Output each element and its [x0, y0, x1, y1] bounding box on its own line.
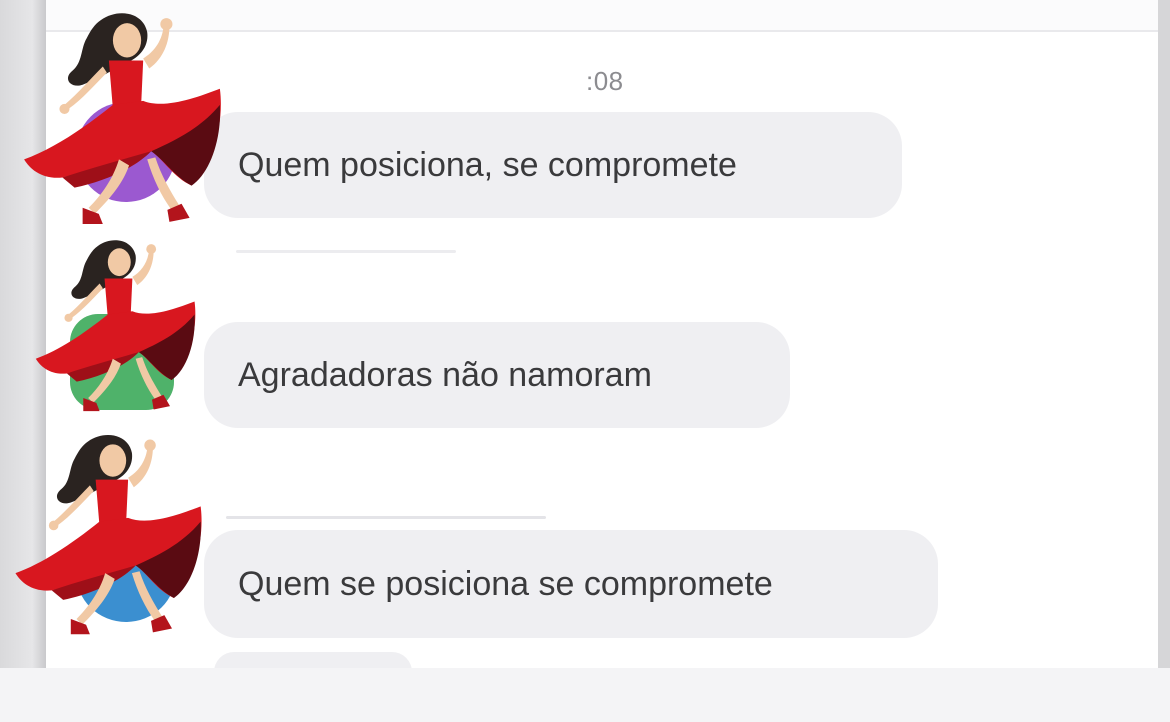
chat-screen: :08 Quem posiciona, se compromete Agrada…	[0, 0, 1170, 722]
woman-dancing-icon	[24, 13, 221, 224]
bottom-bar	[0, 668, 1170, 722]
message-text: Quem posiciona, se compromete	[238, 145, 737, 184]
message-bubble-partial[interactable]	[214, 652, 412, 668]
message-bubble[interactable]: Agradadoras não namoram	[204, 322, 790, 428]
woman-dancing-icon	[15, 435, 202, 635]
divider	[226, 516, 546, 519]
woman-dancing-icon	[35, 240, 196, 412]
scrollbar[interactable]	[1158, 0, 1170, 668]
message-bubble[interactable]: Quem se posiciona se compromete	[204, 530, 938, 638]
divider	[236, 250, 456, 253]
message-bubble[interactable]: Quem posiciona, se compromete	[204, 112, 902, 218]
message-text: Quem se posiciona se compromete	[238, 564, 773, 603]
message-text: Agradadoras não namoram	[238, 355, 652, 394]
message-timestamp: :08	[586, 66, 624, 96]
